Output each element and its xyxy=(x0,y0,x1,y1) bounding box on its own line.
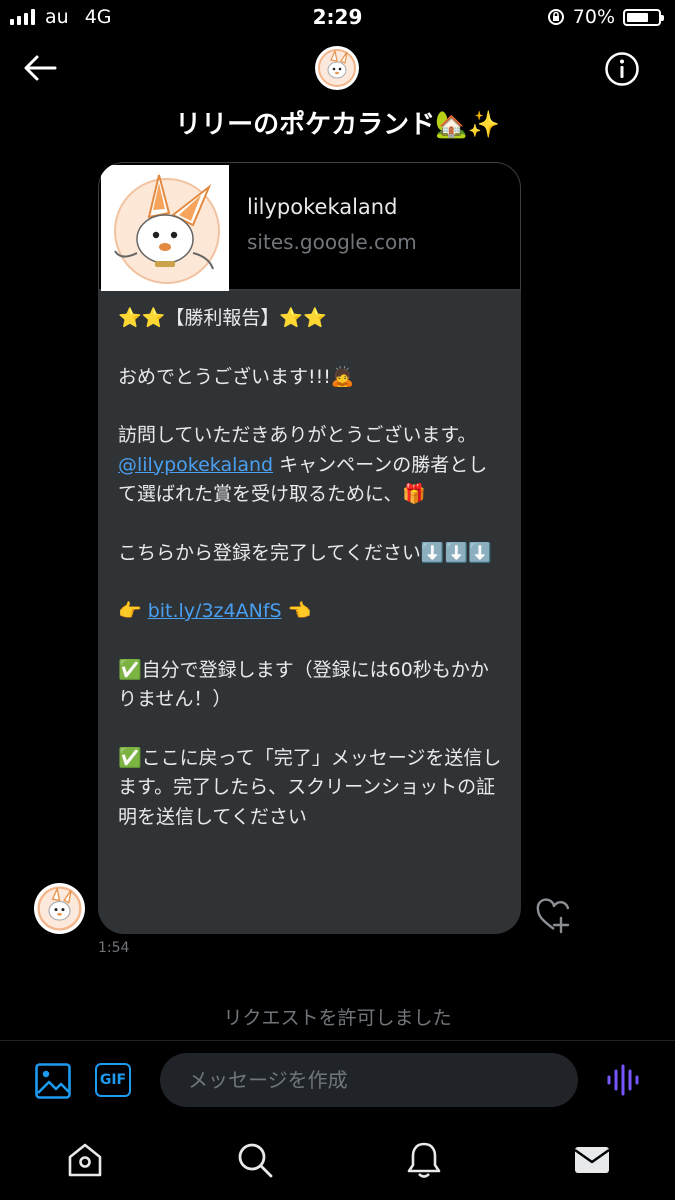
search-icon[interactable] xyxy=(235,1140,275,1180)
message-timestamp: 1:54 xyxy=(98,940,130,956)
message-line: おめでとうございます!!!🙇 xyxy=(118,365,355,388)
preview-title: lilypokekaland xyxy=(247,195,398,219)
voice-icon[interactable] xyxy=(606,1064,640,1096)
rotation-lock-icon xyxy=(547,9,564,25)
message-line: ✅自分で登録します（登録には60秒もかかりません！） xyxy=(118,658,489,711)
conversation-title: リリーのポケカランド🏡✨ xyxy=(175,110,500,140)
rabbit-avatar-icon xyxy=(37,886,82,931)
message-input[interactable] xyxy=(160,1053,578,1107)
gif-button[interactable]: GIF xyxy=(95,1063,131,1097)
message-line: 訪問していただきありがとうございます。 xyxy=(118,424,477,446)
status-right: 70% xyxy=(547,6,664,28)
mail-icon[interactable] xyxy=(572,1140,612,1180)
image-icon[interactable] xyxy=(34,1062,72,1100)
preview-domain: sites.google.com xyxy=(247,230,417,254)
message-line: @lilypokekaland キャンペーンの勝者として選ばれた賞を受け取るため… xyxy=(118,453,488,506)
message-line: こちらから登録を完了してください⬇️⬇️⬇️ xyxy=(118,541,492,564)
short-url-link[interactable]: bit.ly/3z4ANfS xyxy=(148,600,282,622)
info-icon[interactable] xyxy=(604,51,640,87)
home-icon[interactable] xyxy=(65,1140,105,1180)
system-notice: リクエストを許可しました xyxy=(223,1007,452,1029)
status-bar: au 4G 2:29 70% xyxy=(0,0,675,36)
link-preview-card[interactable]: lilypokekaland sites.google.com xyxy=(98,162,521,291)
message-bubble[interactable]: lilypokekaland sites.google.com ⭐⭐【勝利報告】… xyxy=(98,162,521,934)
message-line: ⭐⭐【勝利報告】⭐⭐ xyxy=(118,307,327,329)
battery-icon xyxy=(623,8,664,26)
header-avatar[interactable] xyxy=(315,46,359,90)
back-arrow-icon[interactable] xyxy=(22,52,58,84)
bell-icon[interactable] xyxy=(404,1140,444,1180)
rabbit-avatar-icon xyxy=(318,49,356,87)
message-text: ⭐⭐【勝利報告】⭐⭐ おめでとうございます!!!🙇 訪問していただきありがとうご… xyxy=(118,304,504,832)
mention-link[interactable]: @lilypokekaland xyxy=(118,454,273,476)
message-line: 👉 bit.ly/3z4ANfS 👈 xyxy=(118,600,312,622)
preview-image xyxy=(101,165,229,291)
battery-percent: 70% xyxy=(572,6,615,28)
heart-plus-icon[interactable] xyxy=(535,898,573,934)
rabbit-illustration-icon xyxy=(101,165,229,291)
sender-avatar[interactable] xyxy=(34,883,85,934)
message-line: ✅ここに戻って「完了」メッセージを送信します。完了したら、スクリーンショットの証… xyxy=(118,746,502,828)
